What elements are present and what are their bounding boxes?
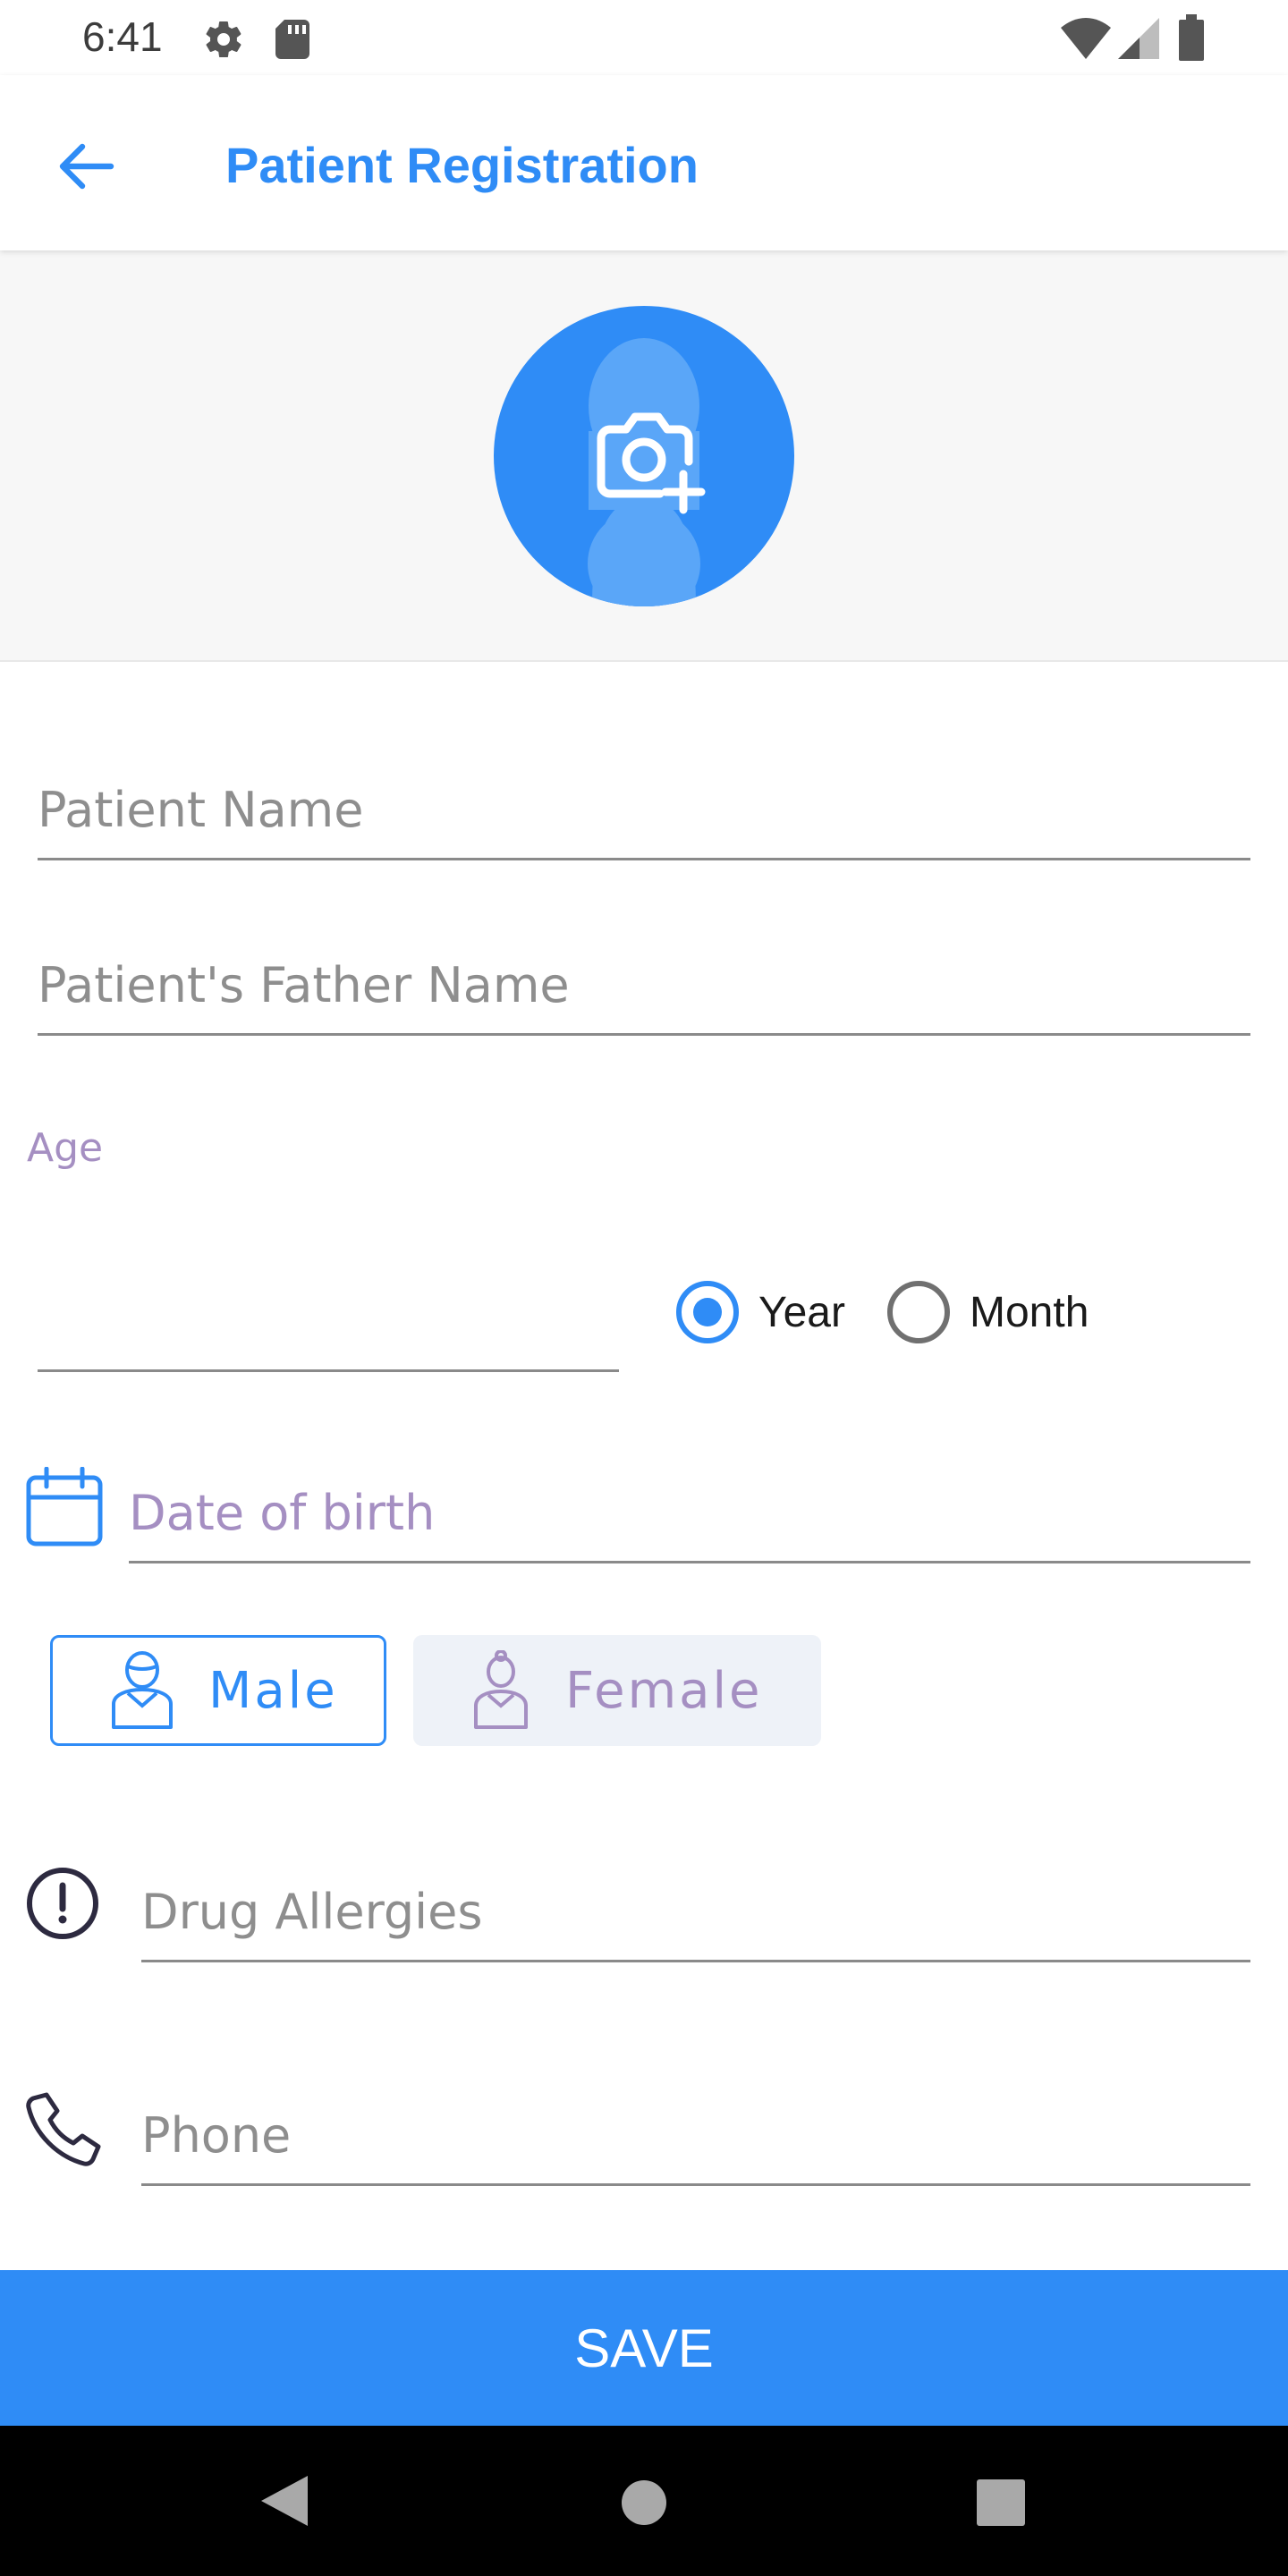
date-of-birth-field[interactable]: Date of birth — [129, 1444, 1250, 1563]
back-button[interactable] — [47, 129, 125, 208]
female-icon — [472, 1649, 530, 1731]
status-bar: 6:41 — [0, 0, 1288, 75]
age-unit-month-radio[interactable]: Month — [887, 1281, 1089, 1343]
male-icon — [108, 1650, 176, 1731]
patient-name-field[interactable]: Patient Name — [38, 742, 1250, 860]
drug-allergies-placeholder: Drug Allergies — [141, 1884, 483, 1940]
camera-add-icon — [580, 392, 708, 525]
nav-home-icon[interactable] — [621, 2479, 667, 2530]
nav-recents-icon[interactable] — [977, 2479, 1025, 2530]
age-unit-year-radio[interactable]: Year — [676, 1281, 845, 1343]
phone-field[interactable]: Phone — [141, 2066, 1250, 2186]
gender-female-label: Female — [565, 1661, 763, 1720]
status-time: 6:41 — [82, 13, 163, 60]
month-radio-circle — [887, 1281, 950, 1343]
photo-section — [0, 250, 1288, 662]
year-radio-label: Year — [758, 1288, 845, 1336]
app-bar: Patient Registration — [0, 75, 1288, 250]
month-radio-label: Month — [970, 1288, 1089, 1336]
phone-icon — [25, 2089, 102, 2171]
patient-name-placeholder: Patient Name — [38, 782, 364, 838]
system-nav-bar — [0, 2426, 1288, 2576]
phone-placeholder: Phone — [141, 2107, 292, 2164]
add-photo-button[interactable] — [494, 306, 794, 606]
save-button[interactable]: SAVE — [0, 2270, 1288, 2426]
cellular-signal-icon — [1118, 18, 1159, 64]
battery-icon — [1179, 14, 1204, 65]
father-name-placeholder: Patient's Father Name — [38, 957, 570, 1013]
wifi-icon — [1061, 18, 1111, 64]
gender-male-label: Male — [208, 1661, 338, 1720]
calendar-icon[interactable] — [25, 1466, 104, 1552]
date-of-birth-placeholder: Date of birth — [129, 1485, 436, 1541]
gear-icon — [202, 18, 245, 65]
gender-female-button[interactable]: Female — [413, 1635, 821, 1746]
save-button-label: SAVE — [574, 2318, 714, 2378]
age-label: Age — [27, 1125, 104, 1171]
age-input[interactable] — [38, 1252, 619, 1372]
arrow-left-icon — [57, 141, 114, 196]
year-radio-circle — [676, 1281, 739, 1343]
drug-allergies-field[interactable]: Drug Allergies — [141, 1843, 1250, 1962]
gender-male-button[interactable]: Male — [50, 1635, 386, 1746]
father-name-field[interactable]: Patient's Father Name — [38, 916, 1250, 1036]
sd-card-icon — [272, 18, 313, 65]
alert-circle-icon — [25, 1866, 100, 1945]
nav-back-icon[interactable] — [258, 2472, 311, 2534]
page-title: Patient Registration — [225, 137, 699, 193]
